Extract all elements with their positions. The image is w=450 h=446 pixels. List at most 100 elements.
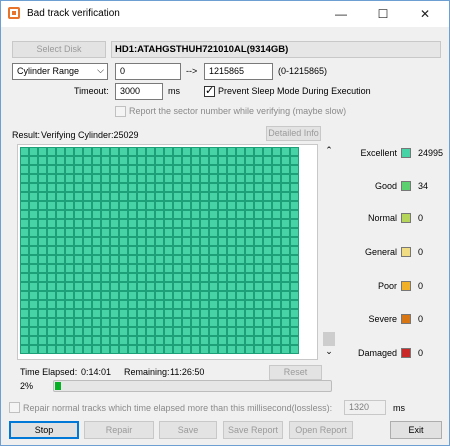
- track-cell: [20, 192, 29, 201]
- track-cell: [281, 345, 290, 354]
- grid-scrollbar[interactable]: ⌃ ⌄: [322, 144, 336, 360]
- track-cell: [281, 183, 290, 192]
- track-cell: [110, 345, 119, 354]
- track-cell: [110, 246, 119, 255]
- maximize-button[interactable]: ☐: [363, 1, 403, 27]
- track-cell: [92, 318, 101, 327]
- track-cell: [146, 309, 155, 318]
- track-cell: [155, 192, 164, 201]
- select-disk-button[interactable]: Select Disk: [12, 41, 106, 58]
- scroll-thumb[interactable]: [323, 332, 335, 346]
- track-cell: [200, 228, 209, 237]
- track-cell: [137, 309, 146, 318]
- track-cell: [272, 210, 281, 219]
- range-mode-select[interactable]: Cylinder Range ⌵: [12, 63, 108, 80]
- track-cell: [101, 282, 110, 291]
- track-cell: [272, 237, 281, 246]
- timeout-input[interactable]: 3000: [115, 83, 163, 100]
- track-cell: [263, 345, 272, 354]
- track-cell: [164, 174, 173, 183]
- track-cell: [182, 345, 191, 354]
- track-cell: [254, 273, 263, 282]
- track-cell: [101, 174, 110, 183]
- track-cell: [254, 291, 263, 300]
- save-report-button[interactable]: Save Report: [223, 421, 283, 439]
- bad-track-window: Bad track verification — ☐ ✕ Select Disk…: [0, 0, 450, 446]
- report-sector-checkbox[interactable]: [115, 106, 126, 117]
- track-cell: [128, 336, 137, 345]
- track-cell: [29, 174, 38, 183]
- prevent-sleep-checkbox[interactable]: [204, 84, 215, 97]
- track-cell: [236, 318, 245, 327]
- track-cell: [173, 183, 182, 192]
- track-cell: [218, 165, 227, 174]
- track-cell: [218, 192, 227, 201]
- legend-name: Poor: [377, 281, 397, 291]
- track-cell: [38, 255, 47, 264]
- track-cell: [146, 147, 155, 156]
- track-cell: [38, 219, 47, 228]
- track-cell: [47, 309, 56, 318]
- range-end-input[interactable]: 1215865: [204, 63, 273, 80]
- track-cell: [65, 300, 74, 309]
- track-cell: [56, 327, 65, 336]
- track-cell: [110, 327, 119, 336]
- close-button[interactable]: ✕: [405, 1, 445, 27]
- track-cell: [164, 309, 173, 318]
- scroll-down-icon[interactable]: ⌄: [322, 347, 336, 359]
- track-cell: [74, 300, 83, 309]
- track-cell: [272, 183, 281, 192]
- progress-percent: 2%: [20, 381, 34, 391]
- minimize-button[interactable]: —: [321, 1, 361, 27]
- track-cell: [236, 174, 245, 183]
- track-cell: [110, 210, 119, 219]
- track-cell: [191, 156, 200, 165]
- result-text: Verifying Cylinder:25029: [41, 130, 139, 140]
- track-cell: [272, 273, 281, 282]
- track-cell: [38, 264, 47, 273]
- track-cell: [128, 282, 137, 291]
- detailed-info-button[interactable]: Detailed Info: [266, 126, 321, 141]
- save-button[interactable]: Save: [159, 421, 217, 439]
- track-cell: [83, 201, 92, 210]
- track-cell: [191, 174, 200, 183]
- track-cell: [65, 282, 74, 291]
- track-cell: [110, 228, 119, 237]
- track-cell: [83, 228, 92, 237]
- range-start-input[interactable]: 0: [115, 63, 181, 80]
- track-cell: [65, 291, 74, 300]
- repair-threshold-input[interactable]: 1320: [344, 400, 386, 415]
- track-cell: [146, 327, 155, 336]
- open-report-button[interactable]: Open Report: [289, 421, 353, 439]
- track-cell: [191, 228, 200, 237]
- scroll-up-icon[interactable]: ⌃: [322, 146, 336, 158]
- repair-normal-checkbox[interactable]: [9, 402, 20, 413]
- track-cell: [38, 210, 47, 219]
- track-cell: [47, 228, 56, 237]
- track-cell: [47, 345, 56, 354]
- legend-good: Good 34: [339, 181, 449, 193]
- stop-button[interactable]: Stop: [9, 421, 79, 439]
- track-cell: [65, 210, 74, 219]
- track-cell: [254, 336, 263, 345]
- track-cell: [119, 147, 128, 156]
- repair-button[interactable]: Repair: [84, 421, 154, 439]
- track-cell: [101, 210, 110, 219]
- track-cell: [56, 201, 65, 210]
- track-cell: [20, 210, 29, 219]
- track-cell: [227, 228, 236, 237]
- track-cell: [218, 273, 227, 282]
- track-cell: [20, 309, 29, 318]
- timeout-label: Timeout:: [74, 86, 109, 96]
- track-cell: [263, 327, 272, 336]
- reset-button[interactable]: Reset: [269, 365, 322, 380]
- track-cell: [281, 327, 290, 336]
- exit-button[interactable]: Exit: [390, 421, 442, 439]
- track-cell: [92, 183, 101, 192]
- track-cell: [245, 309, 254, 318]
- track-cell: [119, 255, 128, 264]
- track-cell: [110, 300, 119, 309]
- track-cell: [56, 156, 65, 165]
- track-cell: [254, 228, 263, 237]
- track-cell: [164, 183, 173, 192]
